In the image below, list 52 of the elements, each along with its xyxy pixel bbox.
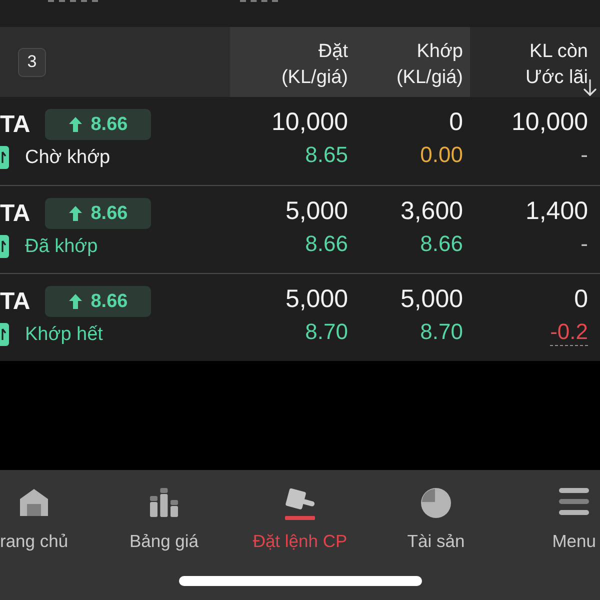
- column-subtitle: (KL/giá): [281, 66, 348, 90]
- column-subtitle: Ước lãi: [526, 66, 588, 90]
- order-price: 8.66: [305, 231, 348, 257]
- order-quantity: 10,000: [272, 107, 348, 138]
- matched-quantity: 0: [449, 107, 463, 138]
- menu-icon: [559, 488, 590, 515]
- column-title: Đặt: [318, 40, 348, 64]
- marker-icon: [0, 323, 9, 346]
- remaining-quantity: 0: [574, 284, 588, 315]
- column-header[interactable]: Đặt (KL/giá): [230, 27, 350, 97]
- matched-quantity: 5,000: [400, 284, 463, 315]
- matched-price: 8.70: [420, 319, 463, 345]
- column-header[interactable]: KL còn Ước lãi: [470, 27, 600, 97]
- nav-tab[interactable]: Tài sản: [407, 488, 465, 552]
- ticker-symbol: TA: [0, 199, 30, 229]
- order-quantity: 5,000: [285, 284, 348, 315]
- price-value: 8.66: [90, 114, 128, 136]
- ticker-symbol: TA: [0, 110, 30, 140]
- count-badge: 3: [18, 48, 46, 76]
- estimated-profit: -: [580, 231, 588, 257]
- order-row[interactable]: TA 8.66 Đã khớp 5,000 8.66 3,600 8.66 1,400 -: [0, 185, 600, 273]
- remaining-quantity: 10,000: [512, 107, 588, 138]
- price-value: 8.66: [90, 202, 128, 224]
- home-icon: [19, 488, 50, 516]
- order-price: 8.65: [305, 142, 348, 168]
- estimated-profit: -: [580, 142, 588, 168]
- column-title: KL còn: [530, 40, 588, 64]
- ticker-symbol: TA: [0, 287, 30, 317]
- order-row[interactable]: TA 8.66 Chờ khớp 10,000 8.65 0 0.00 10,000 -: [0, 97, 600, 185]
- order-status: Đã khớp: [25, 235, 98, 258]
- order-status: Chờ khớp: [25, 146, 110, 169]
- column-title: Khớp: [416, 40, 463, 64]
- estimated-profit: -0.2: [550, 319, 588, 345]
- order-quantity: 5,000: [285, 196, 348, 227]
- order-price: 8.70: [305, 319, 348, 345]
- nav-tab[interactable]: Menu: [552, 488, 596, 552]
- order-row[interactable]: TA 8.66 Khớp hết 5,000 8.70 5,000 8.70 0 -0.2: [0, 273, 600, 361]
- pie-chart-icon: [420, 488, 451, 518]
- order-status: Khớp hết: [25, 323, 103, 346]
- active-underline: [284, 516, 315, 520]
- column-header[interactable]: Khớp (KL/giá): [350, 27, 470, 97]
- column-subtitle: (KL/giá): [396, 66, 463, 90]
- matched-quantity: 3,600: [400, 196, 463, 227]
- matched-price: 0.00: [420, 142, 463, 168]
- marker-icon: [0, 146, 9, 169]
- nav-tab[interactable]: Bảng giá: [129, 488, 199, 552]
- nav-tab[interactable]: rang chủ: [0, 488, 68, 552]
- bar-chart-icon: [150, 488, 178, 517]
- price-value: 8.66: [90, 290, 128, 312]
- remaining-quantity: 1,400: [525, 196, 588, 227]
- marker-icon: [0, 235, 9, 258]
- matched-price: 8.66: [420, 231, 463, 257]
